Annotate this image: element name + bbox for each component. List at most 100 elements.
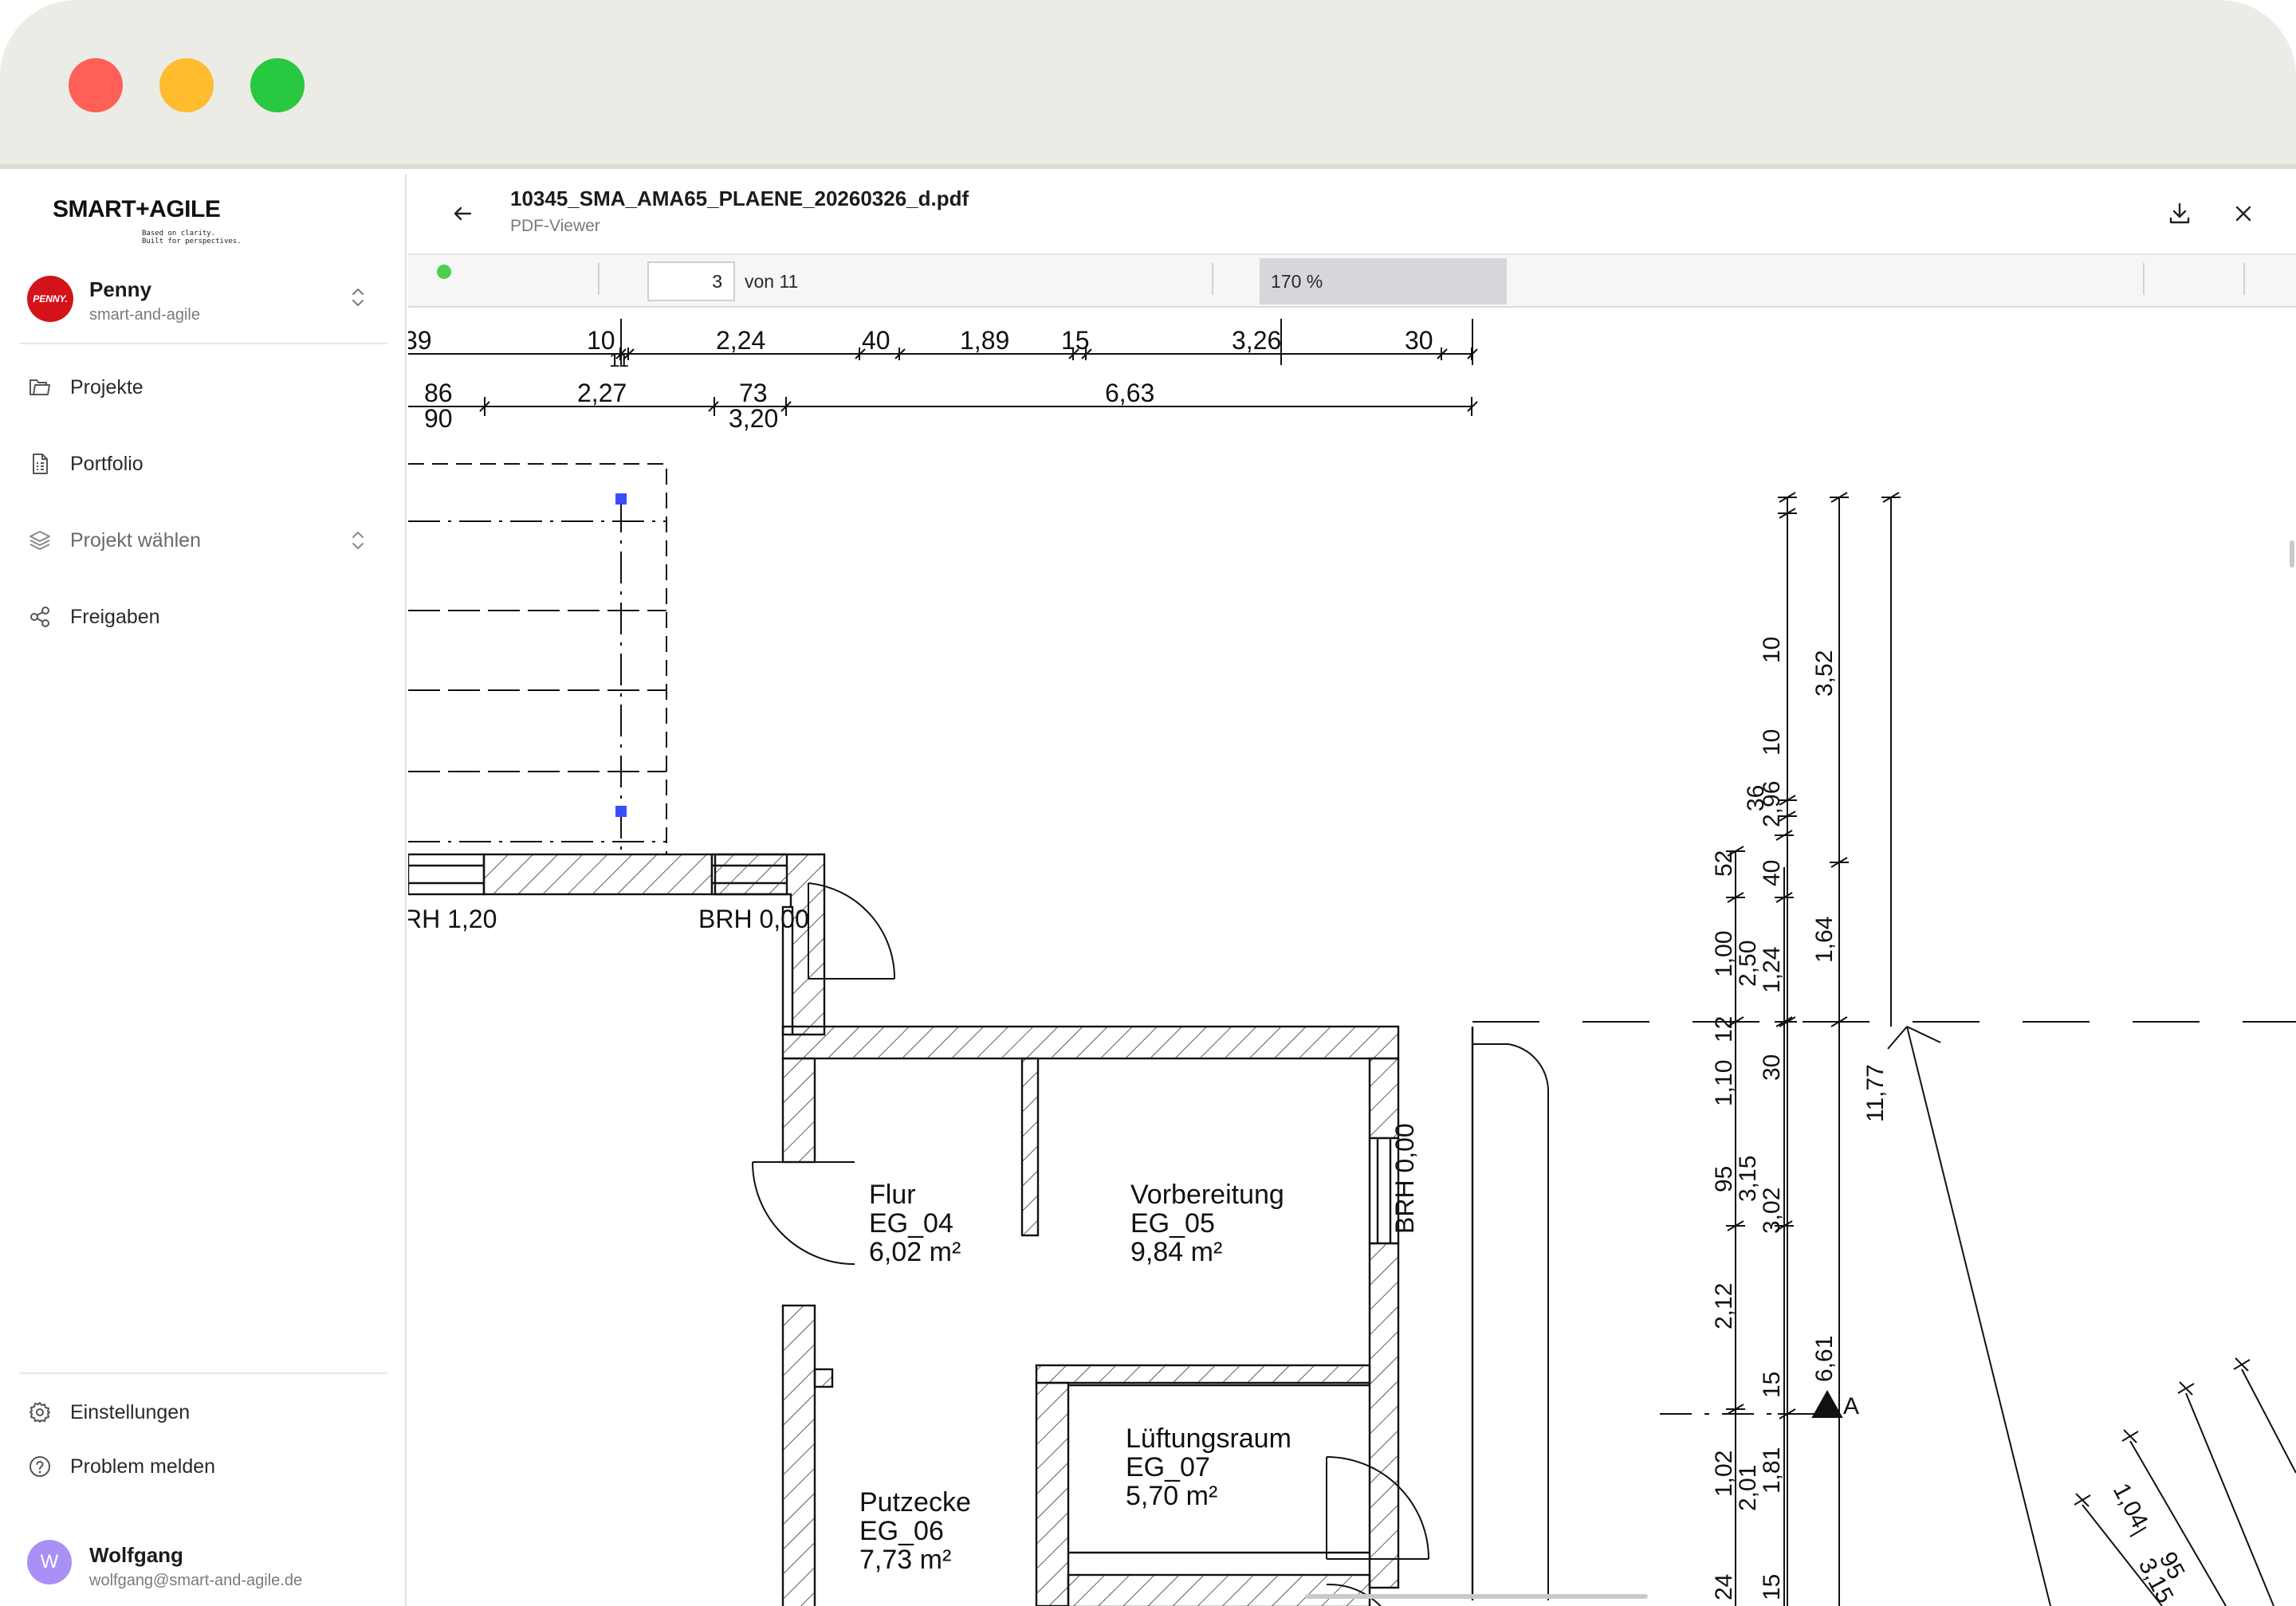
dim-label: 15 [1759,1574,1785,1600]
dim-label: 10 [1759,729,1785,756]
diagonal-lines [1887,1026,2296,1606]
section-marker-label: A [1843,1393,1859,1419]
dim-label: 3,20 [729,404,778,433]
dim-label: 86 [424,379,453,407]
brh-label: BRH 0,00 [1390,1123,1419,1234]
dim-label: 3,02 [1759,1188,1785,1234]
account-avatar: PENNY. [27,276,73,322]
dim-label: 3,26 [1232,326,1281,355]
user-profile[interactable]: W Wolfgang wolfgang@smart-and-agile.de [27,1533,378,1597]
diagonal-dimension-labels: 1,04 95 3,15 [2108,1479,2190,1606]
toolbar-divider [2243,263,2245,295]
dim-label: 40 [862,326,890,355]
dim-label: 24 [1711,1574,1737,1600]
dim-label: 1,24 [1759,947,1785,993]
sidebar-divider [19,343,387,344]
close-icon [2235,206,2251,222]
folder-icon [27,375,53,400]
room-area: 9,84 m² [1130,1237,1222,1267]
page-number-input[interactable] [647,261,735,301]
window-titlebar [0,0,2296,169]
room-id: EG_06 [859,1516,944,1546]
dim-label: 1,04 [2108,1479,2153,1533]
dim-label: 3,52 [1811,650,1838,697]
dim-label: 39 [408,326,432,355]
room-name: Putzecke [859,1487,971,1518]
room-name: Lüftungsraum [1126,1423,1292,1454]
logo-tagline-2: Built for perspectives. [142,238,242,245]
vertical-scrollbar[interactable] [2290,540,2294,567]
dim-label: 90 [424,404,453,433]
sidebar-item-label: Portfolio [70,452,144,475]
dim-label: 2,96 [1759,781,1785,827]
sidebar-item-einstellungen[interactable]: Einstellungen [27,1390,378,1435]
app-logo[interactable]: SMART+AGILE Based on clarity. Built for … [53,196,242,245]
dim-label: 2,01 [1735,1465,1761,1511]
sidebar-item-label: Projekt wählen [70,528,201,552]
dim-label: 1,64 [1811,917,1838,963]
sidebar-item-portfolio[interactable]: Portfolio [27,442,378,486]
download-button[interactable] [2162,196,2197,231]
top-dimension-labels: 39 10 11 2,24 40 1,89 15 3,26 30 86 90 2… [408,326,1433,433]
layers-icon [27,528,53,553]
toolbar-divider [2143,263,2145,295]
sidebar-item-problem-melden[interactable]: Problem melden [27,1444,378,1489]
window-close-control[interactable] [69,58,123,112]
room-id: EG_04 [869,1208,953,1239]
sidebar-item-label: Freigaben [70,605,160,628]
user-email: wolfgang@smart-and-agile.de [89,1572,303,1589]
dim-label: 30 [1405,326,1433,355]
pdf-toolbar: von 11 170 % [408,255,2296,308]
dim-label: 1,02 [1711,1451,1737,1497]
status-dot [437,265,451,279]
brh-label: BRH 0,00 [698,905,809,933]
dim-label: 1,89 [960,326,1009,355]
download-icon [2169,202,2190,224]
dim-label: 6,63 [1105,379,1154,407]
viewer-header: 10345_SMA_AMA65_PLAENE_20260326_d.pdf PD… [408,174,2296,255]
dim-label: 2,27 [577,379,627,407]
horizontal-scrollbar[interactable] [1305,1594,1648,1599]
top-dimension-row-1 [408,319,1478,365]
room-id: EG_05 [1130,1208,1215,1239]
toolbar-divider [598,263,600,295]
dim-label: 1,10 [1711,1060,1737,1106]
dim-label: 11,77 [1862,1064,1889,1122]
app-window: SMART+AGILE Based on clarity. Built for … [0,0,2296,1606]
back-button[interactable] [445,196,480,231]
account-switcher[interactable]: PENNY. Penny smart-and-agile [27,271,378,340]
zoom-level[interactable]: 170 % [1260,258,1507,304]
sidebar-item-projekte[interactable]: Projekte [27,365,378,410]
room-area: 5,70 m² [1126,1481,1217,1511]
sidebar-item-projekt-waehlen[interactable]: Projekt wählen [27,518,378,563]
toolbar-divider [1212,263,1213,295]
pdf-canvas[interactable]: 39 10 11 2,24 40 1,89 15 3,26 30 86 90 2… [408,309,2296,1606]
window-minimize-control[interactable] [159,58,214,112]
section-marker: A [1811,1389,1859,1419]
chevron-up-down-icon [352,532,364,549]
close-button[interactable] [2226,196,2261,231]
dim-label: 1,00 [1711,931,1737,977]
page-count: von 11 [745,271,799,292]
logo-text: SMART+AGILE [53,196,221,222]
brh-label: RH 1,20 [408,905,497,933]
room-area: 6,02 m² [869,1237,961,1267]
dim-label: 3,15 [1735,1156,1761,1202]
dim-label: 95 [1711,1166,1737,1192]
dim-label: 10 [1759,637,1785,663]
dashed-outline-area [408,463,667,854]
dim-label: 73 [739,379,768,407]
dim-label: 30 [1759,1054,1785,1081]
sidebar-item-label: Einstellungen [70,1400,191,1423]
room-id: EG_07 [1126,1452,1210,1482]
dim-label: 52 [1711,850,1737,877]
dim-label: 40 [1759,860,1785,886]
window-maximize-control[interactable] [250,58,305,112]
sidebar: SMART+AGILE Based on clarity. Built for … [0,174,407,1606]
user-avatar: W [27,1540,72,1584]
viewer-subtitle: PDF-Viewer [510,217,600,235]
dim-label: 2,24 [716,326,765,355]
share-icon [27,604,53,630]
sidebar-item-freigaben[interactable]: Freigaben [27,595,378,639]
document-icon [27,451,53,477]
